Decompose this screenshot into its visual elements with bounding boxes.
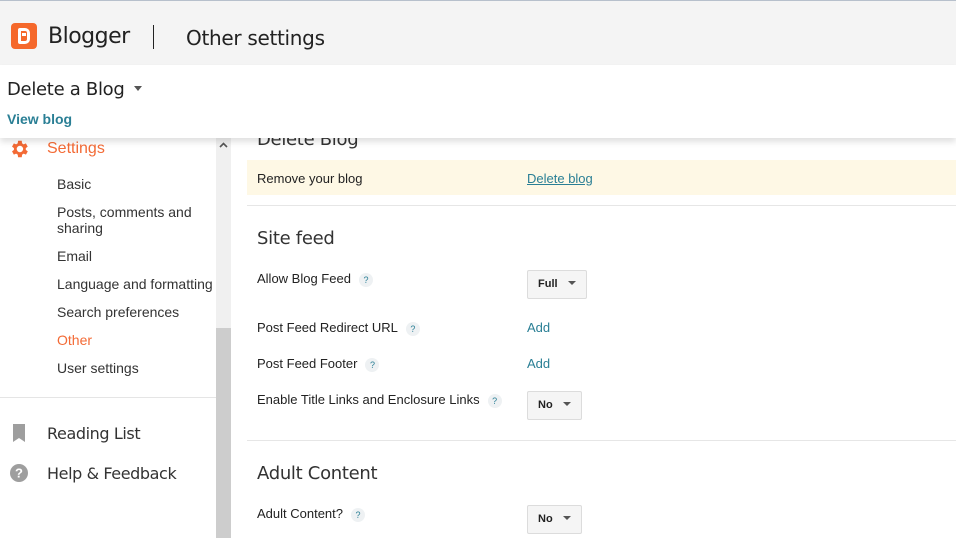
- blog-bar: Delete a Blog View blog: [0, 65, 956, 138]
- top-bar: Blogger Other settings: [0, 0, 956, 65]
- sidebar-item-user-settings[interactable]: User settings: [57, 360, 139, 376]
- caret-down-icon: [133, 85, 142, 91]
- adult-content-text: Adult Content?: [257, 506, 344, 521]
- dropdown-value: No: [538, 513, 553, 525]
- sidebar-scrollbar[interactable]: [216, 138, 231, 538]
- enable-title-links-text: Enable Title Links and Enclosure Links: [257, 392, 480, 407]
- sidebar-item-language-formatting[interactable]: Language and formatting: [57, 276, 213, 292]
- brand-name: Blogger: [48, 24, 130, 49]
- sidebar-item-posts-comments-sharing[interactable]: Posts, comments and sharing: [57, 204, 207, 236]
- section-divider: [247, 205, 956, 206]
- scroll-up-arrow-icon[interactable]: [219, 141, 228, 150]
- remove-blog-label: Remove your blog: [257, 171, 363, 186]
- dropdown-value: Full: [538, 278, 558, 290]
- sidebar-divider: [0, 397, 216, 398]
- sidebar-item-other[interactable]: Other: [57, 332, 92, 348]
- caret-down-icon: [562, 402, 571, 407]
- caret-down-icon: [567, 281, 576, 286]
- allow-blog-feed-label: Allow Blog Feed?: [257, 271, 373, 287]
- svg-text:?: ?: [15, 466, 23, 481]
- post-feed-footer-label: Post Feed Footer?: [257, 356, 380, 372]
- sidebar-item-email[interactable]: Email: [57, 248, 92, 264]
- scrollbar-thumb[interactable]: [216, 328, 231, 538]
- bookmark-icon: [13, 424, 25, 442]
- post-feed-redirect-label: Post Feed Redirect URL?: [257, 320, 420, 336]
- sidebar-item-search-preferences[interactable]: Search preferences: [57, 304, 179, 320]
- help-icon[interactable]: ?: [487, 393, 502, 408]
- view-blog-link[interactable]: View blog: [7, 111, 72, 127]
- settings-label: Settings: [47, 140, 105, 157]
- post-feed-redirect-add-link[interactable]: Add: [527, 320, 550, 335]
- enable-title-links-label: Enable Title Links and Enclosure Links?: [257, 392, 502, 408]
- blog-selector-label: Delete a Blog: [7, 79, 125, 100]
- blogger-logo-icon[interactable]: [11, 23, 37, 49]
- adult-content-dropdown[interactable]: No: [527, 505, 582, 534]
- help-icon[interactable]: ?: [405, 321, 420, 336]
- help-feedback-label: Help & Feedback: [47, 464, 177, 483]
- help-icon[interactable]: ?: [358, 272, 373, 287]
- main-content: Delete Blog Remove your blog Delete blog…: [231, 120, 956, 538]
- help-icon[interactable]: ?: [365, 357, 380, 372]
- gear-icon: [12, 140, 28, 158]
- help-icon: ?: [10, 464, 28, 482]
- dropdown-value: No: [538, 399, 553, 411]
- section-divider: [247, 440, 956, 441]
- sidebar: Settings Basic Posts, comments and shari…: [0, 138, 216, 538]
- blog-selector[interactable]: Delete a Blog: [7, 79, 142, 100]
- reading-list-label: Reading List: [47, 424, 141, 443]
- enable-title-links-dropdown[interactable]: No: [527, 391, 582, 420]
- sidebar-item-basic[interactable]: Basic: [57, 176, 91, 192]
- allow-blog-feed-text: Allow Blog Feed: [257, 271, 351, 286]
- delete-blog-link[interactable]: Delete blog: [527, 171, 593, 186]
- page-title: Other settings: [186, 26, 325, 50]
- help-icon[interactable]: ?: [351, 507, 366, 522]
- allow-blog-feed-dropdown[interactable]: Full: [527, 270, 587, 299]
- post-feed-footer-add-link[interactable]: Add: [527, 356, 550, 371]
- adult-content-label: Adult Content??: [257, 506, 366, 522]
- header-divider: [153, 25, 154, 49]
- post-feed-redirect-text: Post Feed Redirect URL: [257, 320, 398, 335]
- section-title-adult-content: Adult Content: [257, 463, 378, 484]
- section-title-site-feed: Site feed: [257, 228, 335, 249]
- caret-down-icon: [562, 516, 571, 521]
- post-feed-footer-text: Post Feed Footer: [257, 356, 358, 371]
